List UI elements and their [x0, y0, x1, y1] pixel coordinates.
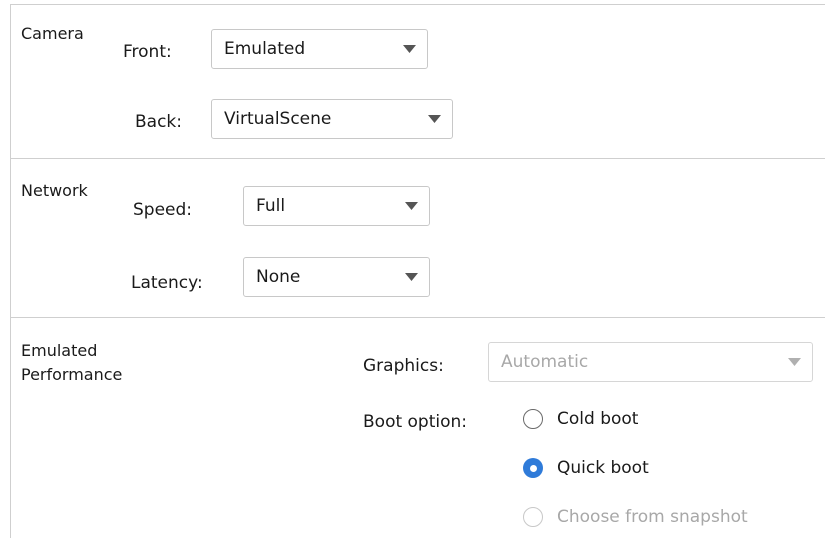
quick-boot-radio[interactable]: Quick boot — [523, 458, 649, 478]
network-latency-select[interactable]: None — [243, 257, 430, 297]
graphics-value: Automatic — [501, 352, 589, 372]
back-camera-select[interactable]: VirtualScene — [211, 99, 453, 139]
radio-unchecked-icon — [523, 507, 543, 527]
front-camera-value: Emulated — [224, 39, 306, 59]
settings-panel: Camera Front: Emulated Back: VirtualScen… — [10, 4, 825, 538]
performance-section-title-line2: Performance — [21, 365, 123, 384]
front-camera-label: Front: — [123, 42, 172, 62]
chevron-down-icon — [391, 30, 427, 68]
performance-section: Emulated Performance Graphics: Automatic… — [11, 317, 825, 540]
chevron-down-icon — [416, 100, 452, 138]
radio-checked-icon — [523, 458, 543, 478]
back-camera-label: Back: — [135, 112, 182, 132]
network-speed-label: Speed: — [133, 200, 193, 220]
back-camera-value: VirtualScene — [224, 109, 332, 129]
graphics-select: Automatic — [488, 342, 813, 382]
network-section-title: Network — [21, 181, 88, 200]
camera-section-title: Camera — [21, 24, 84, 43]
chevron-down-icon — [776, 343, 812, 381]
graphics-label: Graphics: — [363, 356, 444, 376]
network-latency-value: None — [256, 267, 301, 287]
network-speed-select[interactable]: Full — [243, 186, 430, 226]
camera-section: Camera Front: Emulated Back: VirtualScen… — [11, 5, 825, 157]
cold-boot-label: Cold boot — [557, 409, 639, 429]
network-latency-label: Latency: — [131, 273, 203, 293]
network-speed-value: Full — [256, 196, 286, 216]
chevron-down-icon — [393, 187, 429, 225]
radio-unchecked-icon — [523, 409, 543, 429]
quick-boot-label: Quick boot — [557, 458, 649, 478]
front-camera-select[interactable]: Emulated — [211, 29, 428, 69]
choose-from-snapshot-label: Choose from snapshot — [557, 507, 748, 527]
boot-option-label: Boot option: — [363, 412, 468, 432]
performance-section-title-line1: Emulated — [21, 341, 98, 360]
choose-from-snapshot-radio: Choose from snapshot — [523, 507, 748, 527]
cold-boot-radio[interactable]: Cold boot — [523, 409, 638, 429]
network-section: Network Speed: Full Latency: None — [11, 158, 825, 317]
chevron-down-icon — [393, 258, 429, 296]
